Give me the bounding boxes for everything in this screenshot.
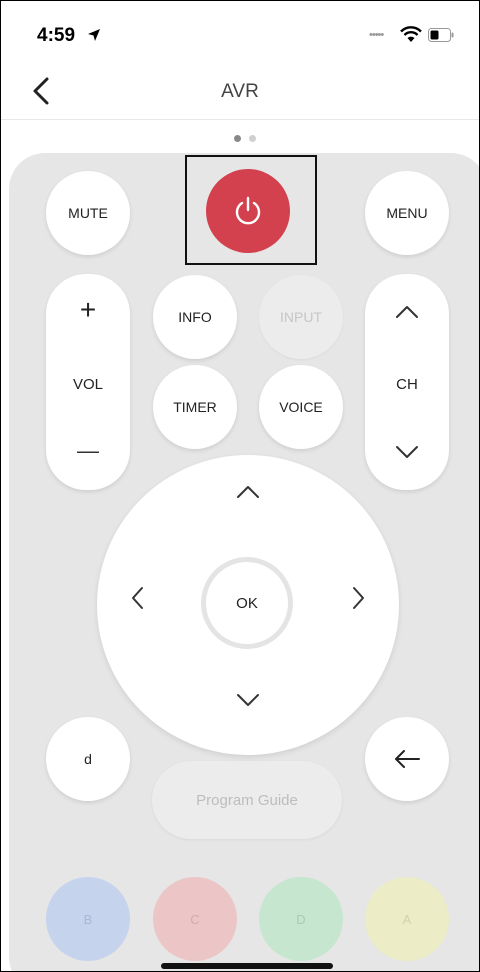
status-time: 4:59 [37, 25, 76, 46]
dpad-down-button[interactable] [235, 687, 261, 713]
power-icon [235, 196, 261, 225]
volume-minus-glyph: — [77, 438, 99, 463]
volume-down-button[interactable]: — [46, 414, 130, 490]
channel-down-button[interactable] [365, 414, 449, 490]
volume-plus-glyph: + [79, 294, 97, 325]
volume-rocker: + VOL — [46, 274, 130, 490]
app-frame: 4:59 ••••• AVR MUTE MENU + VOL — INFO IN… [0, 0, 480, 972]
color-button-b-label: B [83, 911, 93, 927]
info-button[interactable]: INFO [153, 275, 237, 359]
channel-up-button[interactable] [365, 274, 449, 354]
page-title: AVR [221, 81, 259, 102]
channel-rocker: CH [365, 274, 449, 490]
color-button-d[interactable]: D [259, 877, 343, 961]
color-button-b[interactable]: B [46, 877, 130, 961]
dpad-right-button[interactable] [345, 585, 371, 611]
channel-label: CH [396, 376, 418, 393]
arrow-left-icon [395, 750, 420, 768]
nav-bar: AVR [1, 63, 479, 119]
chevron-down-icon [396, 446, 418, 458]
volume-label: VOL [72, 376, 103, 393]
power-button[interactable] [206, 169, 290, 253]
volume-up-button[interactable]: + [46, 274, 130, 354]
wifi-icon [400, 26, 422, 42]
directional-pad: OK [97, 455, 399, 755]
timer-button[interactable]: TIMER [153, 365, 237, 449]
ok-button[interactable]: OK [201, 557, 293, 649]
dpad-up-button[interactable] [235, 479, 261, 505]
program-guide-button[interactable]: Program Guide [152, 761, 342, 839]
signal-icon: ••••• [369, 29, 384, 41]
chevron-up-icon [396, 306, 418, 318]
color-button-a-label: A [402, 911, 412, 927]
page-dot[interactable] [249, 135, 256, 142]
dpad-left-button[interactable] [125, 585, 151, 611]
battery-icon [428, 28, 454, 42]
color-button-c[interactable]: C [153, 877, 237, 961]
input-button[interactable]: INPUT [259, 275, 343, 359]
d-button[interactable]: d [46, 717, 130, 801]
page-dot-active[interactable] [234, 135, 241, 142]
color-button-a[interactable]: A [365, 877, 449, 961]
back-button[interactable] [365, 717, 449, 801]
location-arrow-icon [88, 29, 100, 41]
home-indicator [161, 963, 333, 969]
page-indicator [230, 129, 260, 147]
color-button-d-label: D [296, 911, 306, 927]
voice-button[interactable]: VOICE [259, 365, 343, 449]
color-button-c-label: C [190, 911, 200, 927]
menu-button[interactable]: MENU [365, 171, 449, 255]
status-bar: 4:59 ••••• [1, 1, 479, 61]
mute-button[interactable]: MUTE [46, 171, 130, 255]
nav-divider [1, 119, 479, 120]
